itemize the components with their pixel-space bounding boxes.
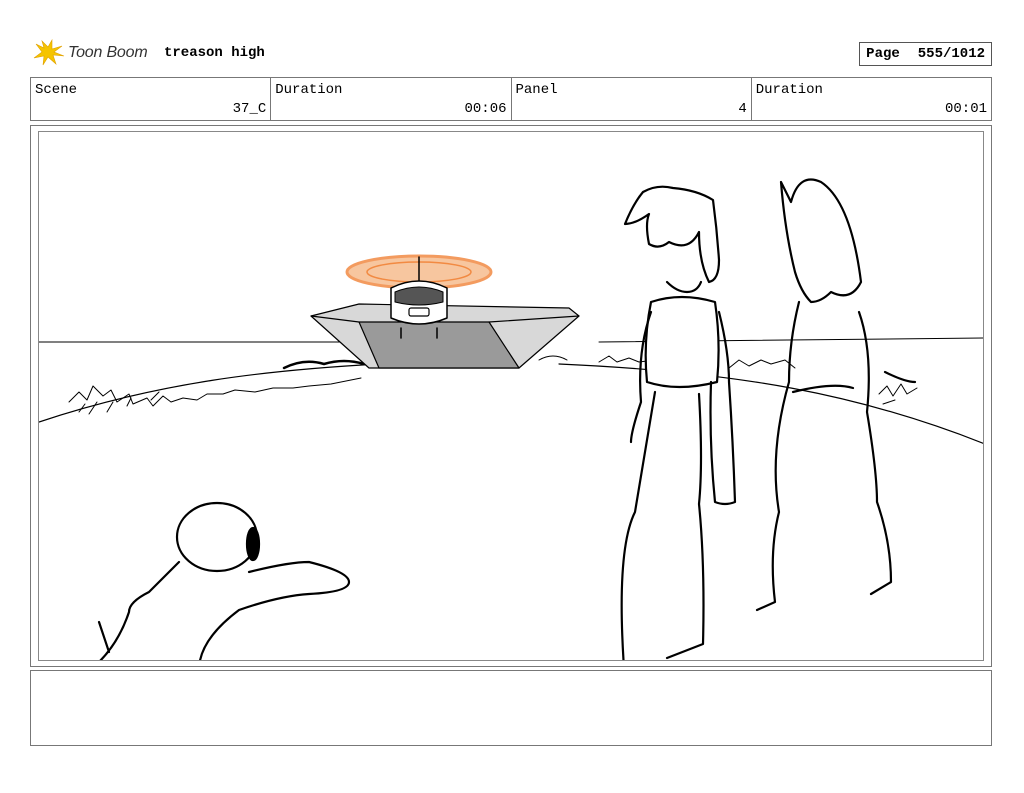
panel-duration-cell: Duration 00:01 (752, 78, 991, 120)
panel-notes-box[interactable] (30, 670, 992, 746)
standing-figure-right (755, 178, 917, 612)
storyboard-sketch (39, 178, 983, 660)
scene-value: 37_C (232, 101, 267, 117)
brand-logo: Toon Boom (32, 38, 148, 68)
scene-cell: Scene 37_C (31, 78, 272, 120)
panel-duration-value: 00:01 (944, 101, 987, 117)
crouching-figure (97, 501, 351, 660)
scene-duration-label: Duration (275, 82, 343, 98)
brand-name: Toon Boom (68, 44, 148, 61)
project-title: treason high (164, 45, 265, 61)
ground-edges (39, 363, 983, 444)
panel-label: Panel (515, 82, 558, 98)
standing-figure-left (620, 185, 737, 660)
scene-duration-value: 00:06 (464, 101, 507, 117)
panel-value: 4 (738, 101, 747, 117)
page-label: Page (866, 46, 900, 62)
scene-duration-cell: Duration 00:06 (271, 78, 512, 120)
panel-frame (30, 125, 992, 667)
page-indicator: Page 555/1012 (859, 42, 992, 66)
page-number: 555/1012 (917, 46, 985, 62)
scene-label: Scene (35, 82, 78, 98)
panel-cell: Panel 4 (512, 78, 752, 120)
panel-drawing-area (38, 131, 984, 661)
panel-duration-label: Duration (755, 82, 823, 98)
toon-boom-logo-icon (33, 38, 65, 66)
storyboard-header: Toon Boom treason high Page 555/1012 (30, 36, 992, 72)
scene-info-row: Scene 37_C Duration 00:06 Panel 4 Durati… (30, 77, 992, 121)
